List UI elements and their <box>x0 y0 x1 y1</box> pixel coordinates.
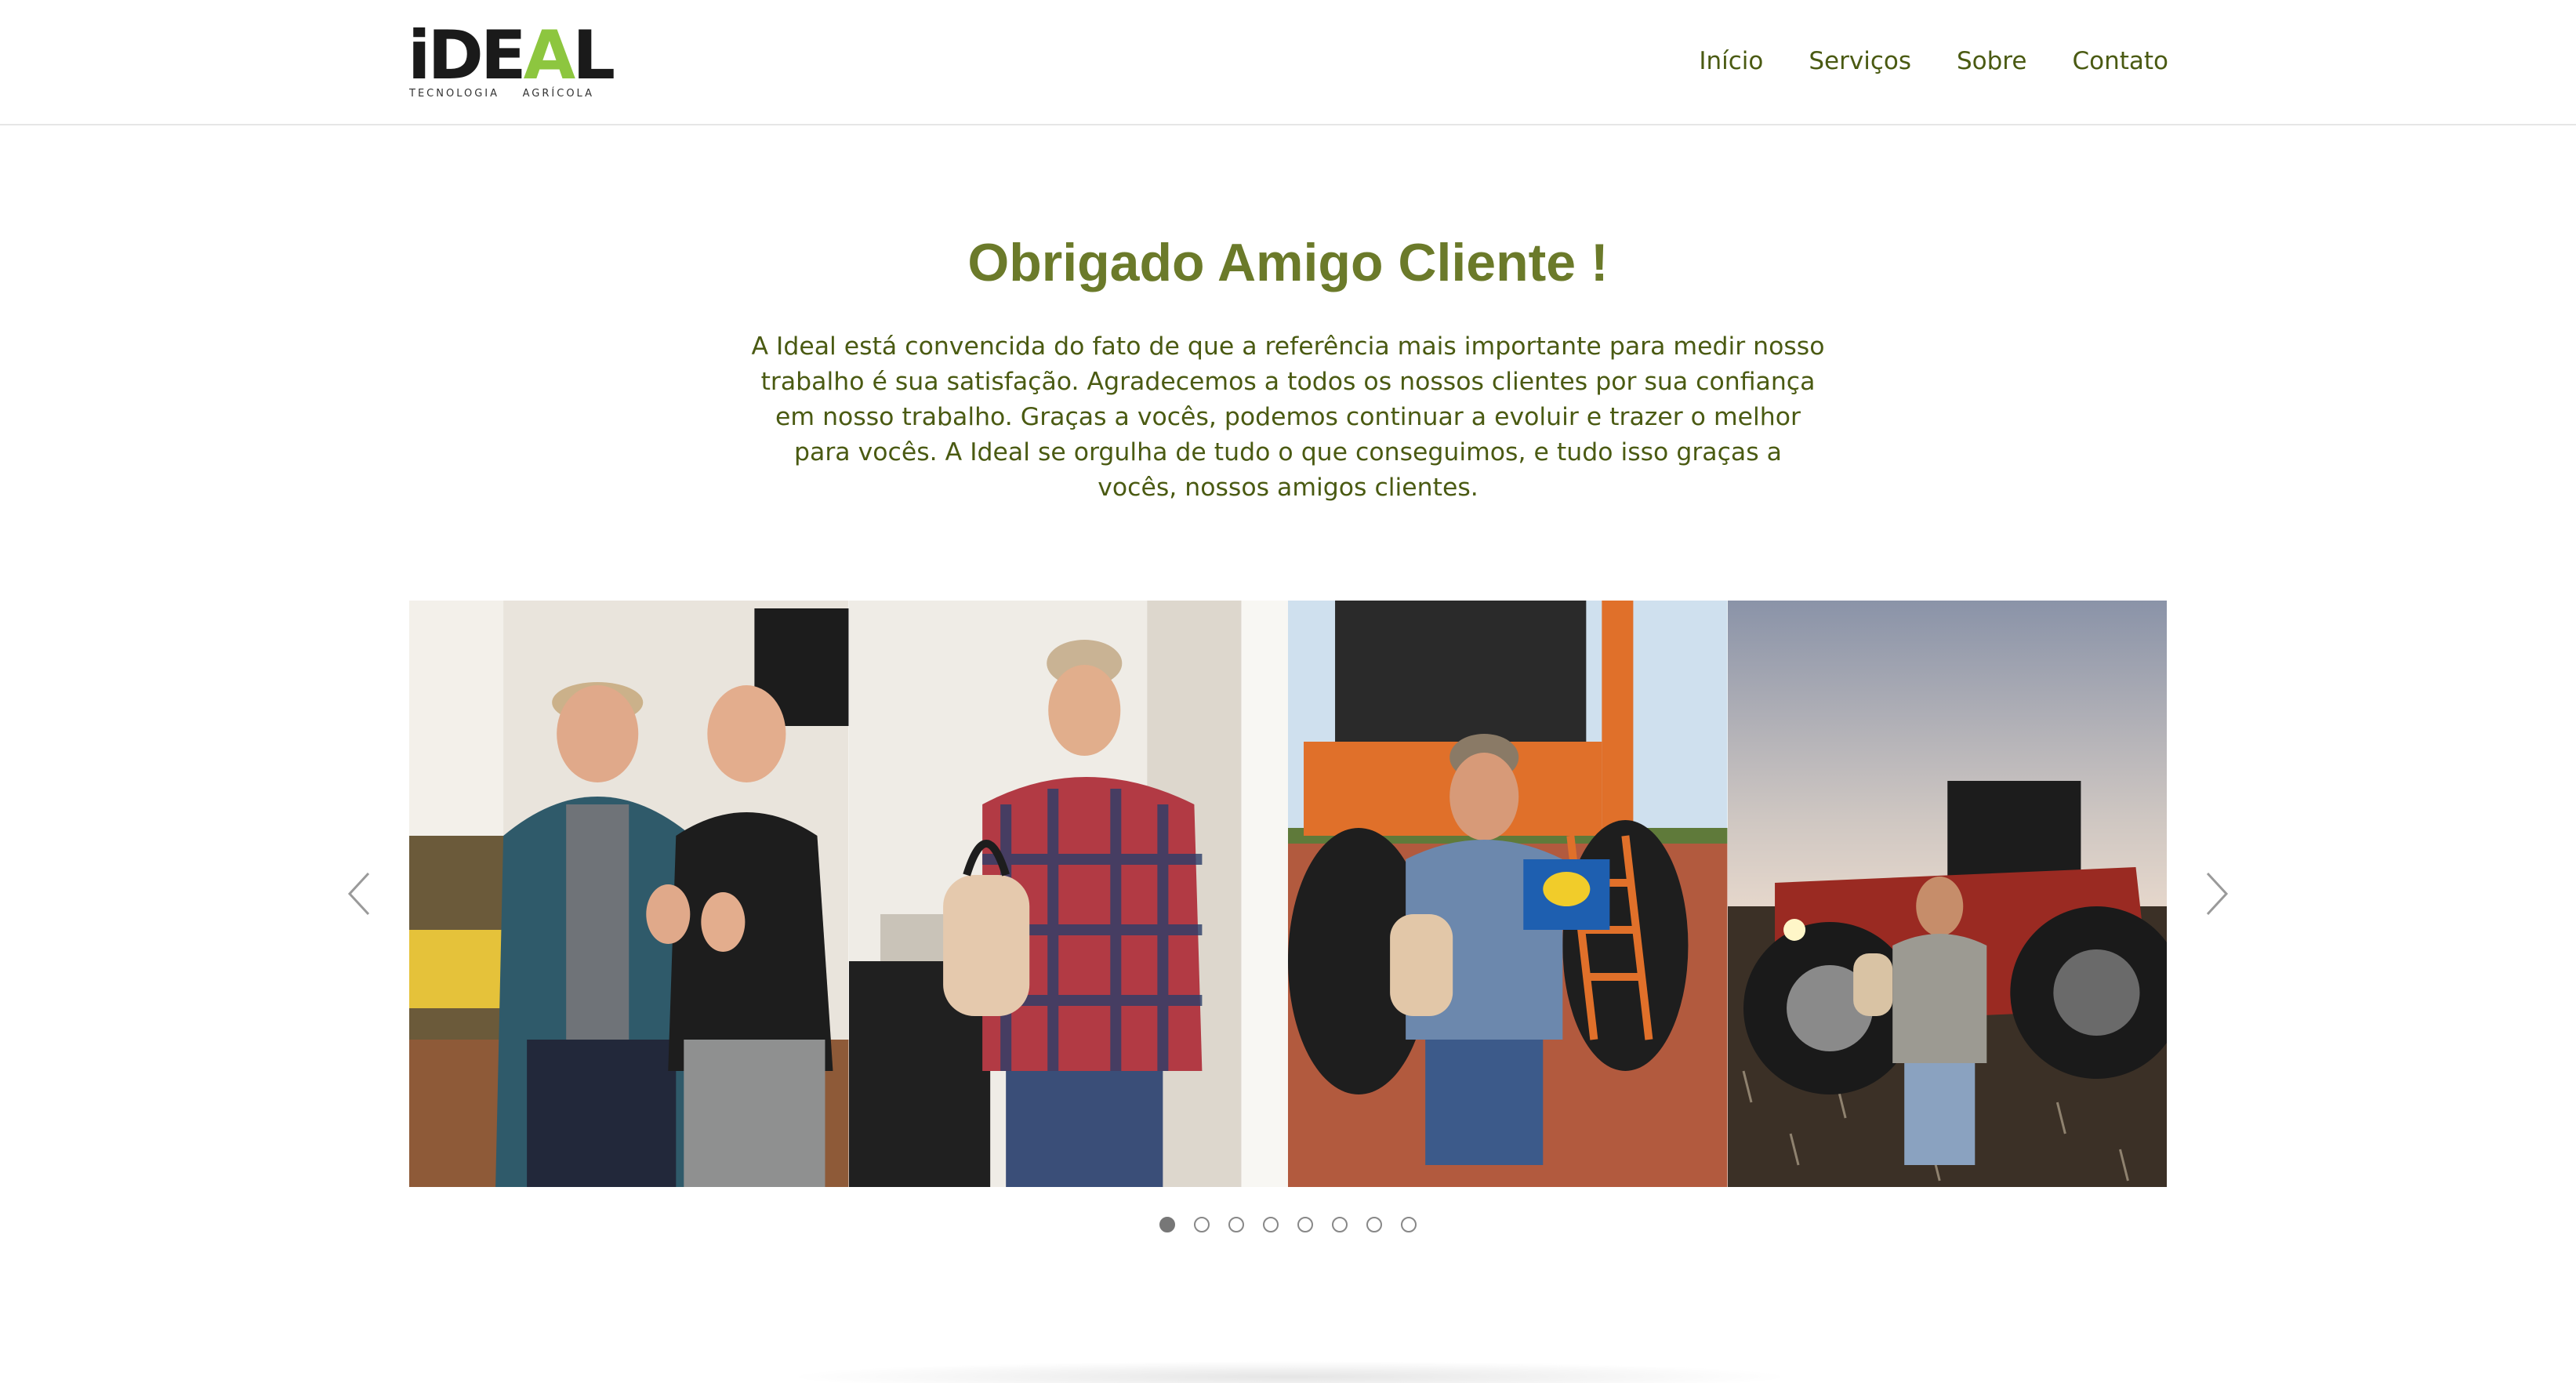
intro-paragraph: A Ideal está convencida do fato de que a… <box>751 332 1825 502</box>
carousel-dot-7[interactable] <box>1366 1217 1382 1232</box>
page-title: Obrigado Amigo Cliente ! <box>967 233 1609 292</box>
nav-item-servicos[interactable]: Serviços <box>1809 41 1911 82</box>
main-nav: Início Serviços Sobre Contato <box>1699 41 2168 82</box>
carousel-dot-4[interactable] <box>1263 1217 1279 1232</box>
carousel-slide-1[interactable] <box>409 601 849 1187</box>
site-header: iDEAL TECNOLOGIA AGRÍCOLA Início Serviço… <box>0 0 2576 125</box>
logo-wordmark: iDEAL <box>408 22 615 89</box>
logo-tagline-left: TECNOLOGIA <box>409 88 500 100</box>
ideal-logo[interactable]: iDEAL TECNOLOGIA AGRÍCOLA <box>408 22 615 102</box>
carousel-dot-8[interactable] <box>1401 1217 1417 1232</box>
client-photo-carousel[interactable] <box>409 601 2167 1187</box>
carousel-pagination <box>0 1217 2576 1232</box>
nav-item-contato[interactable]: Contato <box>2072 41 2168 82</box>
logo-word-left: iDE <box>408 16 527 95</box>
carousel-slide-4[interactable] <box>1727 601 2167 1187</box>
carousel-dot-5[interactable] <box>1297 1217 1313 1232</box>
photo-man-red-tractor-dusk <box>1727 601 2167 1187</box>
carousel-prev-button[interactable] <box>343 870 375 917</box>
carousel-next-button[interactable] <box>2201 870 2233 917</box>
chevron-left-icon <box>347 872 370 916</box>
chevron-right-icon <box>2206 872 2229 916</box>
nav-item-inicio[interactable]: Início <box>1699 41 1763 82</box>
logo-tagline: TECNOLOGIA AGRÍCOLA <box>409 88 594 100</box>
carousel-slide-2[interactable] <box>848 601 1288 1187</box>
carousel-dot-1[interactable] <box>1159 1217 1175 1232</box>
photo-man-orange-sprayer <box>1288 601 1728 1187</box>
logo-word-accent: A <box>523 16 576 95</box>
carousel-dot-6[interactable] <box>1332 1217 1348 1232</box>
logo-tagline-right: AGRÍCOLA <box>522 88 594 100</box>
photo-two-men-thumbs-up <box>409 601 849 1187</box>
section-divider-shadow <box>784 1361 1795 1383</box>
carousel-dot-3[interactable] <box>1228 1217 1244 1232</box>
logo-word-right: L <box>572 16 615 95</box>
photo-man-plaid-shirt-bag <box>848 601 1288 1187</box>
carousel-dot-2[interactable] <box>1194 1217 1210 1232</box>
carousel-slide-3[interactable] <box>1288 601 1728 1187</box>
nav-item-sobre[interactable]: Sobre <box>1957 41 2026 82</box>
